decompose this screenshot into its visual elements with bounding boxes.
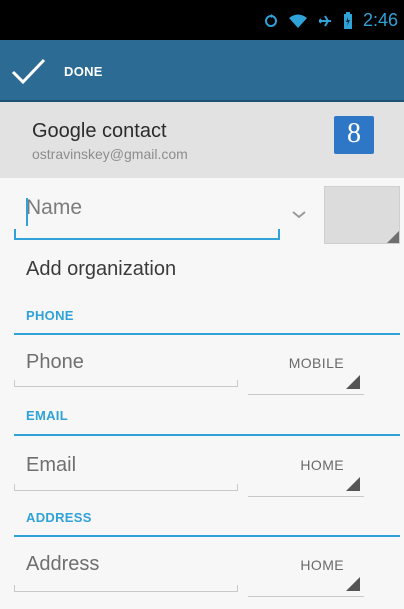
email-type-label: HOME [300,457,344,473]
wifi-icon [288,14,307,28]
address-field[interactable]: Address [26,553,99,576]
spinner-underline [248,496,364,497]
address-type-label: HOME [300,557,344,573]
email-underline-tick [14,484,15,491]
phone-section-rule [14,333,400,335]
phone-underline-tick [237,380,238,387]
email-underline-tick [237,484,238,491]
sync-icon [264,13,277,27]
expand-name-icon[interactable] [292,206,306,224]
spinner-corner-icon [346,477,360,491]
address-underline [14,591,238,592]
phone-section-header: PHONE [26,308,74,323]
name-input[interactable] [14,190,280,220]
address-underline-tick [237,585,238,592]
spinner-underline [248,596,364,597]
photo-menu-corner-icon [387,231,399,243]
address-underline-tick [14,585,15,592]
text-cursor [26,198,28,226]
checkmark-icon [11,58,46,85]
address-section-rule [14,535,400,537]
contact-photo[interactable] [324,186,400,244]
address-section-header: ADDRESS [26,510,92,525]
phone-field[interactable]: Phone [26,351,84,374]
battery-icon [343,11,352,29]
name-underline-tick [278,229,280,239]
status-bar: 2:46 [0,0,404,40]
phone-underline [14,386,238,387]
spinner-corner-icon [346,577,360,591]
address-type-spinner[interactable]: HOME [248,547,364,597]
phone-underline-tick [14,380,15,387]
email-underline [14,490,238,491]
google-account-icon: 8 [334,116,374,154]
add-organization-link[interactable]: Add organization [26,258,176,281]
phone-type-label: MOBILE [288,355,344,371]
name-underline [14,238,280,240]
email-field[interactable]: Email [26,454,76,477]
spinner-underline [248,394,364,395]
done-label: DONE [64,63,103,79]
name-underline-tick [14,229,16,239]
email-type-spinner[interactable]: HOME [248,447,364,497]
spinner-corner-icon [346,375,360,389]
email-section-header: EMAIL [26,408,68,423]
done-button[interactable]: DONE [10,50,103,92]
action-bar: DONE [0,40,404,102]
status-icons: 2:46 [263,10,398,31]
email-section-rule [14,434,400,436]
account-title: Google contact [32,120,167,142]
account-email: ostravinskey@gmail.com [32,146,188,162]
airplane-icon [318,14,331,27]
phone-type-spinner[interactable]: MOBILE [248,345,364,395]
clock: 2:46 [362,10,398,30]
name-field[interactable] [14,190,280,242]
